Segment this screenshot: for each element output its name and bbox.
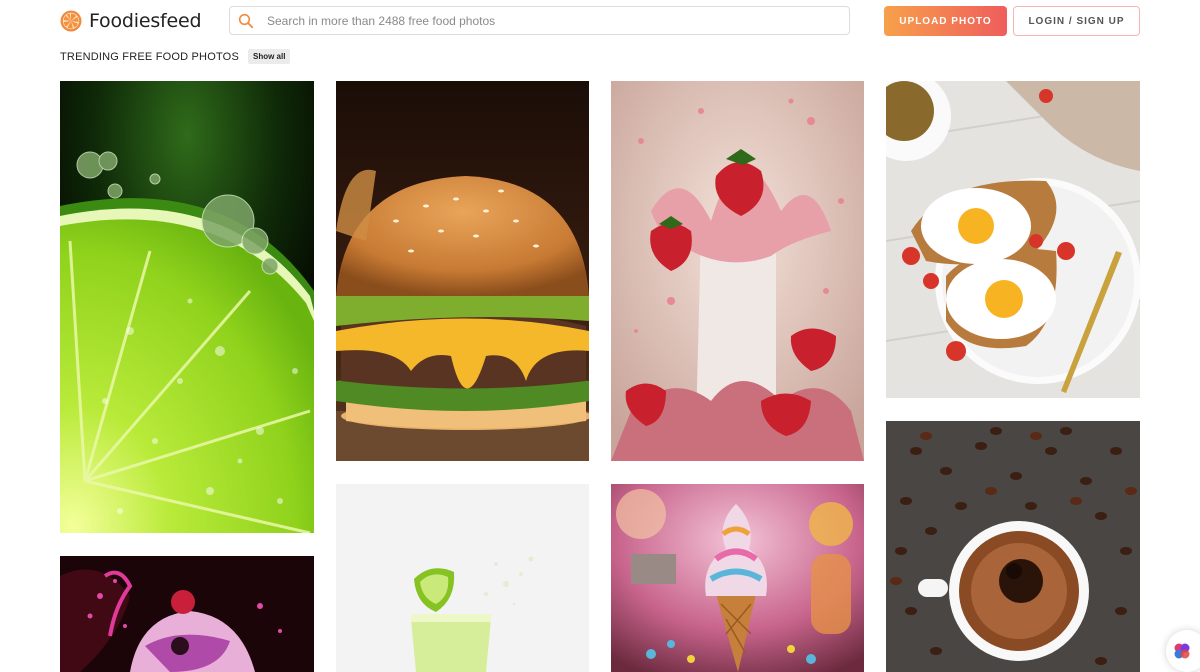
icecream-cone-image xyxy=(611,484,864,672)
photo-berry-icecream[interactable] xyxy=(60,556,314,672)
photo-eggs-toast[interactable] xyxy=(886,81,1140,398)
photo-lime[interactable] xyxy=(60,81,314,533)
lime-slice-image xyxy=(60,81,314,533)
assistant-bubble-icon xyxy=(1174,643,1190,659)
login-signup-button[interactable]: LOGIN / SIGN UP xyxy=(1013,6,1140,36)
eggs-toast-image xyxy=(886,81,1140,398)
photo-coffee[interactable] xyxy=(886,421,1140,672)
strawberry-splash-image xyxy=(611,81,864,461)
brand-logo[interactable]: Foodiesfeed xyxy=(60,9,202,33)
burger-image xyxy=(336,81,589,461)
upload-photo-button[interactable]: UPLOAD PHOTO xyxy=(884,6,1007,36)
coffee-image xyxy=(886,421,1140,672)
photo-icecream-cone[interactable] xyxy=(611,484,864,672)
photo-burger[interactable] xyxy=(336,81,589,461)
berry-icecream-image xyxy=(60,556,314,672)
show-all-button[interactable]: Show all xyxy=(247,49,291,64)
search-input[interactable] xyxy=(267,13,827,28)
citrus-slice-icon xyxy=(60,10,82,32)
trending-header: TRENDING FREE FOOD PHOTOS Show all xyxy=(60,49,291,64)
lime-drink-image xyxy=(336,484,589,672)
brand-name: Foodiesfeed xyxy=(89,10,202,32)
photo-strawberry-splash[interactable] xyxy=(611,81,864,461)
assistant-bubble-button[interactable] xyxy=(1166,630,1200,672)
section-title: TRENDING FREE FOOD PHOTOS xyxy=(60,50,239,63)
search-bar[interactable] xyxy=(229,6,850,35)
search-icon xyxy=(238,13,254,28)
photo-lime-drink[interactable] xyxy=(336,484,589,672)
